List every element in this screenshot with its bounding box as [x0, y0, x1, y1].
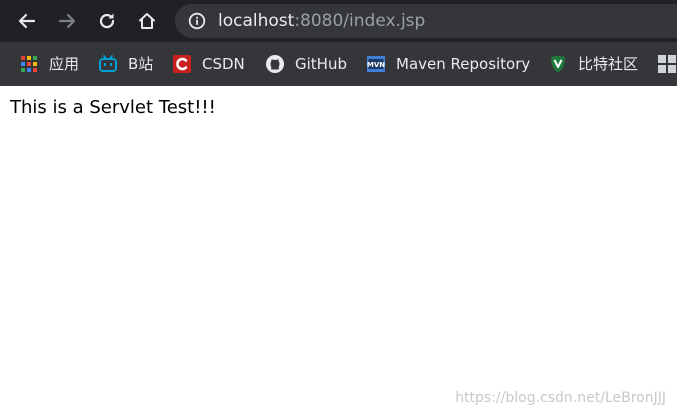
- bookmark-maven[interactable]: MVN Maven Repository: [366, 52, 530, 76]
- info-icon[interactable]: [188, 12, 206, 30]
- bookmark-github[interactable]: GitHub: [265, 52, 347, 76]
- address-bar[interactable]: localhost:8080/index.jsp: [175, 4, 677, 38]
- bookmark-label: 应用: [49, 55, 80, 73]
- forward-button[interactable]: [56, 10, 78, 32]
- bookmark-label: 比特社区: [578, 55, 639, 73]
- bookmark-bilibili[interactable]: B站: [98, 52, 153, 76]
- bookmark-label: CSDN: [202, 55, 245, 73]
- bookmark-apps[interactable]: 应用: [19, 52, 79, 76]
- url-text[interactable]: localhost:8080/index.jsp: [218, 10, 425, 32]
- page-content: This is a Servlet Test!!! https://blog.c…: [0, 86, 677, 412]
- bookmarks-bar: 应用 B站 CSDN GitHub MVN Maven Repository 比…: [0, 42, 677, 86]
- forward-arrow-icon: [58, 13, 76, 29]
- back-button[interactable]: [16, 10, 38, 32]
- watermark-text: https://blog.csdn.net/LeBronJJJ: [455, 390, 666, 406]
- csdn-icon: [172, 54, 192, 74]
- url-path: :8080/index.jsp: [294, 11, 426, 31]
- bookmark-label: GitHub: [295, 55, 347, 73]
- reload-icon: [99, 13, 115, 29]
- url-host: localhost: [218, 11, 295, 31]
- browser-window: localhost:8080/index.jsp 应用 B站 CSDN GitH…: [0, 0, 677, 412]
- windows-grid-icon: [657, 54, 677, 74]
- page-body-text: This is a Servlet Test!!!: [10, 97, 216, 118]
- bilibili-icon: [98, 54, 118, 74]
- bit-shield-icon: [548, 54, 568, 74]
- bookmark-overflow[interactable]: [657, 52, 677, 76]
- bookmark-bit-community[interactable]: 比特社区: [548, 52, 638, 76]
- home-button[interactable]: [136, 10, 158, 32]
- github-icon: [265, 54, 285, 74]
- bookmark-csdn[interactable]: CSDN: [172, 52, 245, 76]
- reload-button[interactable]: [96, 10, 118, 32]
- svg-text:MVN: MVN: [367, 61, 385, 69]
- bookmark-label: B站: [128, 55, 154, 73]
- back-arrow-icon: [18, 13, 36, 29]
- apps-grid-icon: [19, 54, 39, 74]
- home-icon: [139, 13, 155, 29]
- maven-icon: MVN: [366, 54, 386, 74]
- browser-toolbar: localhost:8080/index.jsp: [0, 0, 677, 42]
- bookmark-label: Maven Repository: [396, 55, 531, 73]
